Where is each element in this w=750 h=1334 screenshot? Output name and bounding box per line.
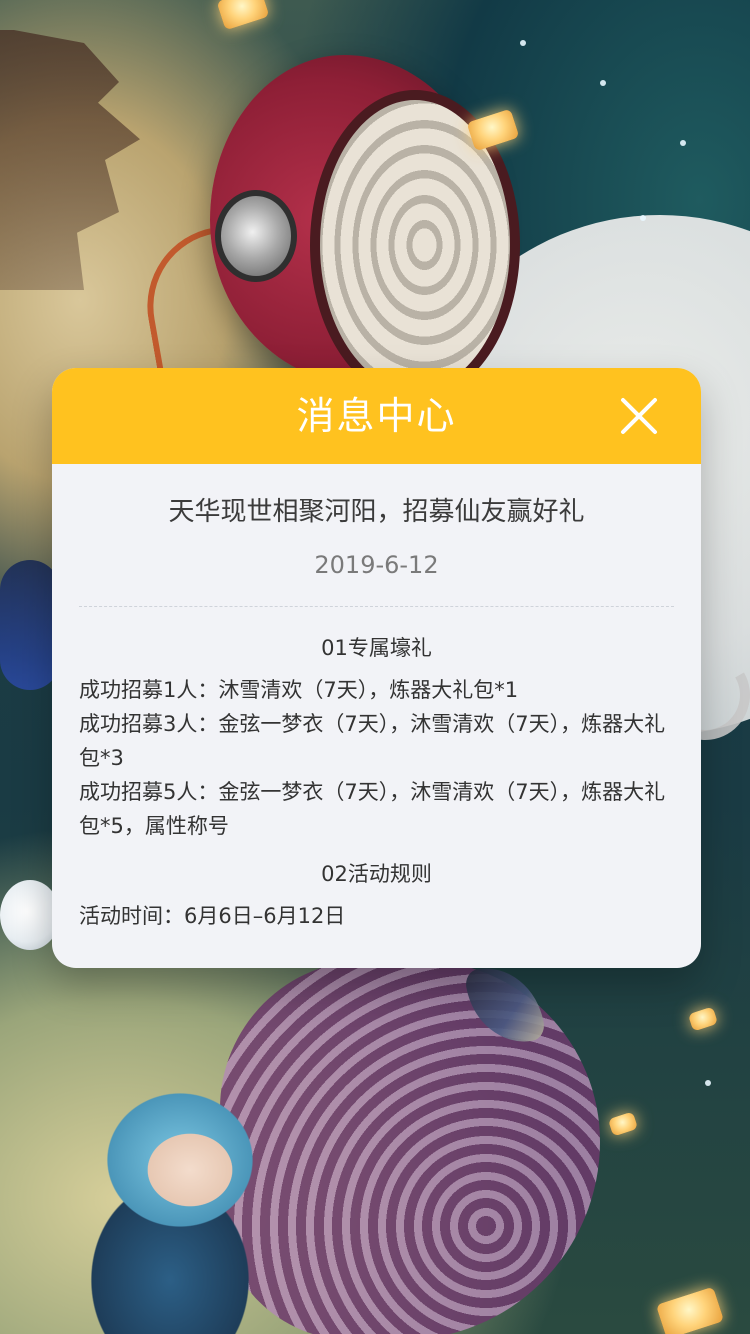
message-title: 天华现世相聚河阳，招募仙友赢好礼: [168, 497, 585, 527]
drum-knob: [215, 190, 297, 282]
character-art: [70, 1050, 310, 1334]
ghost-art: [0, 880, 60, 950]
star-icon: [705, 1080, 711, 1086]
rules-content: 活动时间：6月6日–6月12日: [79, 899, 674, 933]
section-title-gifts: 01专属壕礼: [321, 636, 432, 660]
content-line: 成功招募3人：金弦一梦衣（7天），沐雪清欢（7天），炼器大礼包*3: [79, 712, 666, 770]
gifts-content: 成功招募1人：沐雪清欢（7天），炼器大礼包*1 成功招募3人：金弦一梦衣（7天）…: [79, 673, 674, 843]
modal-body: 天华现世相聚河阳，招募仙友赢好礼 2019-6-12 01专属壕礼 成功招募1人…: [52, 494, 701, 933]
lantern-icon: [466, 108, 520, 152]
content-line: 活动时间：6月6日–6月12日: [79, 904, 346, 928]
section-title-rules: 02活动规则: [321, 862, 432, 886]
lantern-icon: [216, 0, 270, 31]
star-icon: [600, 80, 606, 86]
message-date: 2019-6-12: [314, 551, 439, 579]
character-hand-art: [0, 560, 60, 690]
content-line: 成功招募5人：金弦一梦衣（7天），沐雪清欢（7天），炼器大礼包*5，属性称号: [79, 780, 666, 838]
star-icon: [520, 40, 526, 46]
modal-header: 消息中心: [52, 368, 701, 464]
modal-title: 消息中心: [296, 394, 457, 438]
close-button[interactable]: [617, 394, 661, 438]
message-center-modal: 消息中心 天华现世相聚河阳，招募仙友赢好礼 2019-6-12 01专属壕礼 成…: [52, 368, 701, 968]
lantern-icon: [655, 1286, 725, 1334]
divider: [79, 606, 674, 607]
lantern-icon: [607, 1111, 639, 1137]
close-icon: [621, 398, 657, 434]
pagoda-silhouette: [0, 30, 140, 290]
content-line: 成功招募1人：沐雪清欢（7天），炼器大礼包*1: [79, 678, 519, 702]
star-icon: [680, 140, 686, 146]
star-icon: [640, 215, 646, 221]
lantern-icon: [687, 1006, 719, 1032]
